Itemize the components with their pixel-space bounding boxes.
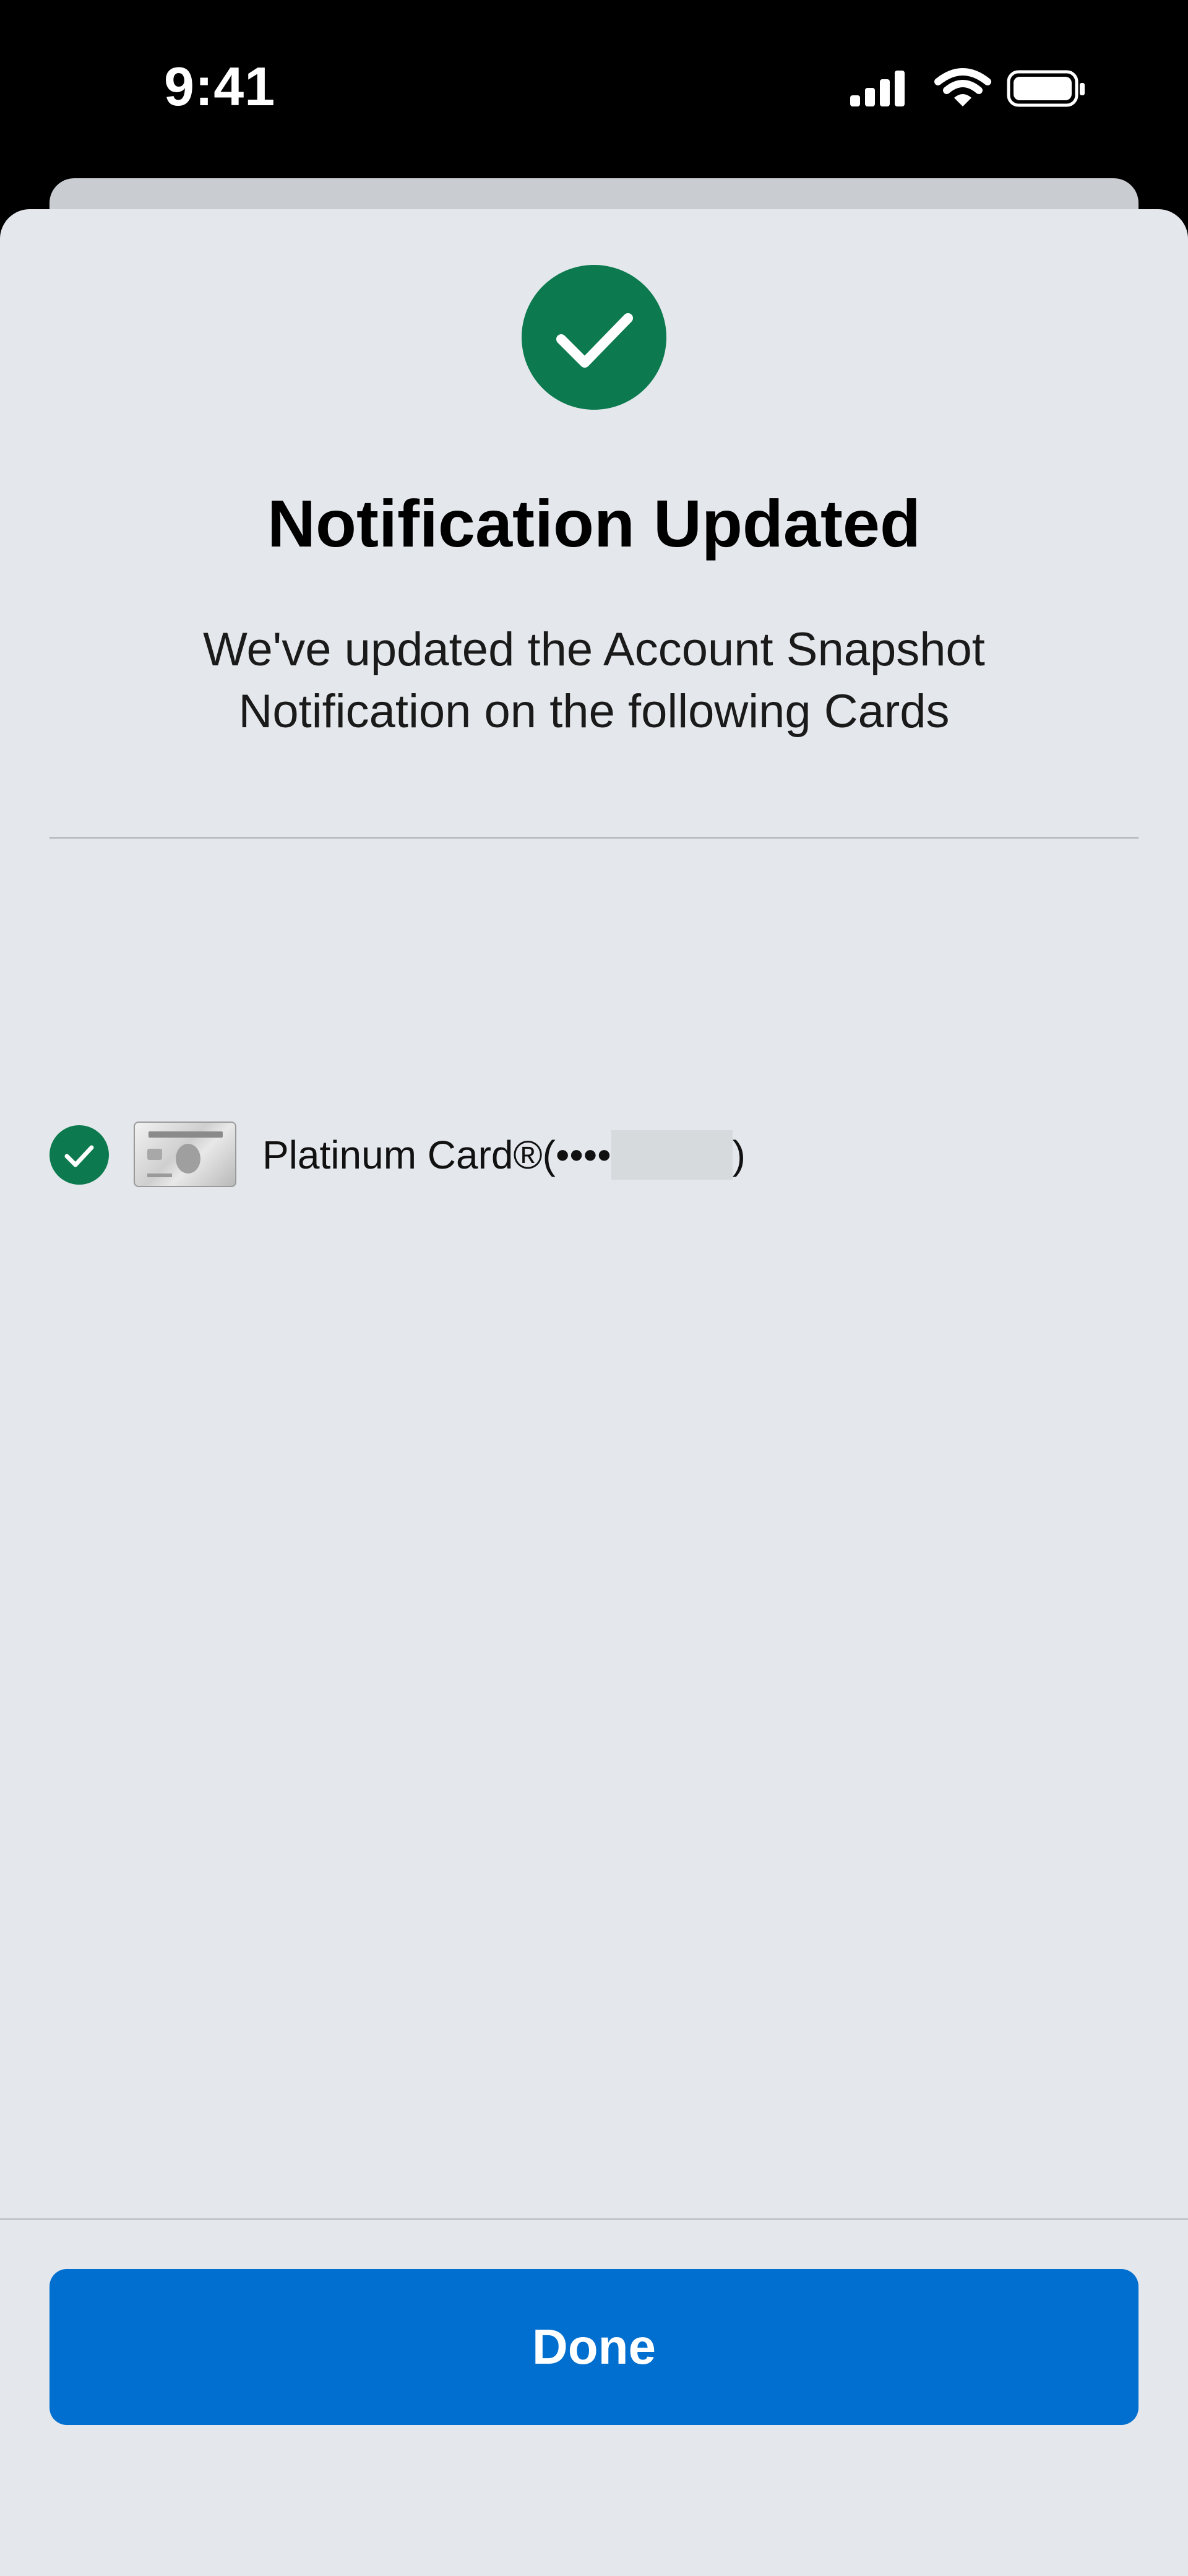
- card-name: Platinum Card®: [262, 1133, 543, 1177]
- card-label: Platinum Card® (••••): [262, 1128, 746, 1182]
- card-number-prefix: (••••: [542, 1133, 611, 1177]
- divider: [50, 837, 1138, 839]
- card-thumbnail: [134, 1122, 236, 1187]
- signal-bars-icon: [850, 71, 905, 106]
- confirmation-message: We've updated the Account Snapshot Notif…: [203, 623, 985, 738]
- status-icons: [848, 67, 1095, 111]
- page-title: Notification Updated: [267, 486, 921, 561]
- battery-icon: [1007, 70, 1085, 107]
- done-button[interactable]: Done: [50, 2269, 1138, 2425]
- status-bar: 9:41: [0, 0, 1188, 179]
- card-list-item: Platinum Card® (••••): [50, 1122, 1138, 1190]
- checkmark-circle-icon: [50, 1125, 109, 1185]
- wifi-icon: [934, 68, 991, 106]
- notification-sheet: [0, 209, 1188, 2576]
- redacted-card-number: [611, 1130, 733, 1180]
- footer-divider: [0, 2218, 1188, 2220]
- card-number-suffix: ): [732, 1133, 746, 1177]
- checkmark-circle-icon: [522, 265, 666, 410]
- status-time: 9:41: [164, 56, 276, 117]
